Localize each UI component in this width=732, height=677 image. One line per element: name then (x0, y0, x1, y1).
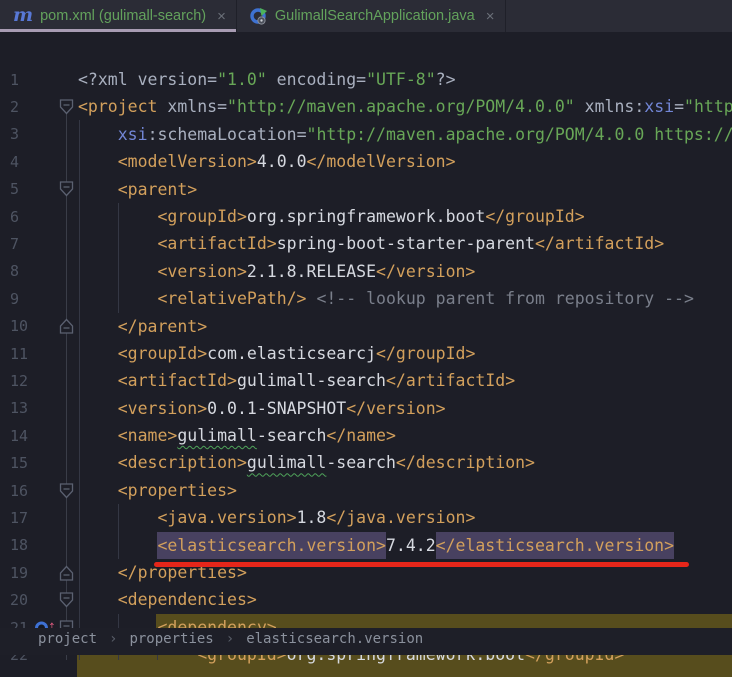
code-line[interactable]: <artifactId>gulimall-search</artifactId> (0, 367, 732, 394)
code-line[interactable]: <groupId>com.elasticsearcj</groupId> (0, 340, 732, 367)
code-line[interactable]: <elasticsearch.version>7.4.2</elasticsea… (0, 531, 732, 559)
code-line[interactable]: <project xmlns="http://maven.apache.org/… (0, 93, 732, 120)
close-icon[interactable]: × (486, 9, 495, 24)
close-icon[interactable]: × (217, 9, 226, 24)
code-line[interactable]: <dependencies> (0, 586, 732, 613)
red-underline-annotation (154, 562, 689, 567)
code-line[interactable]: <artifactId>spring-boot-starter-parent</… (0, 230, 732, 257)
spring-boot-run-icon (250, 7, 268, 25)
code-line[interactable]: xsi:schemaLocation="http://maven.apache.… (0, 121, 732, 148)
code-line[interactable]: <java.version>1.8</java.version> (0, 504, 732, 531)
code-editor[interactable]: 123456789101112131415161718192021↑22 <?x… (0, 32, 732, 677)
code-line[interactable]: <?xml version="1.0" encoding="UTF-8"?> (0, 66, 732, 93)
code-line[interactable]: <description>gulimall-search</descriptio… (0, 449, 732, 476)
code-line[interactable]: <version>2.1.8.RELEASE</version> (0, 258, 732, 285)
tab-label: pom.xml (gulimall-search) (40, 8, 207, 24)
code-line[interactable]: <name>gulimall-search</name> (0, 422, 732, 449)
code-line[interactable]: <modelVersion>4.0.0</modelVersion> (0, 148, 732, 175)
ide-window: m pom.xml (gulimall-search) × GulimallSe… (0, 0, 732, 677)
editor-tab-bar: m pom.xml (gulimall-search) × GulimallSe… (0, 0, 732, 32)
code-line[interactable]: <groupId>org.springframework.boot</group… (0, 203, 732, 230)
code-rows: <?xml version="1.0" encoding="UTF-8"?> <p… (0, 66, 732, 669)
tab-gulimall-search-application[interactable]: GulimallSearchApplication.java × (237, 0, 506, 32)
tab-label: GulimallSearchApplication.java (274, 8, 475, 24)
code-line[interactable]: <relativePath/> <!-- lookup parent from … (0, 285, 732, 312)
code-line[interactable]: <properties> (0, 477, 732, 504)
code-line[interactable]: </parent> (0, 313, 732, 340)
code-line[interactable]: <parent> (0, 176, 732, 203)
breadcrumb: project › properties › elasticsearch.ver… (0, 628, 732, 655)
tab-pom-xml[interactable]: m pom.xml (gulimall-search) × (0, 0, 237, 32)
maven-icon: m (13, 3, 34, 26)
code-line[interactable]: <version>0.0.1-SNAPSHOT</version> (0, 395, 732, 422)
